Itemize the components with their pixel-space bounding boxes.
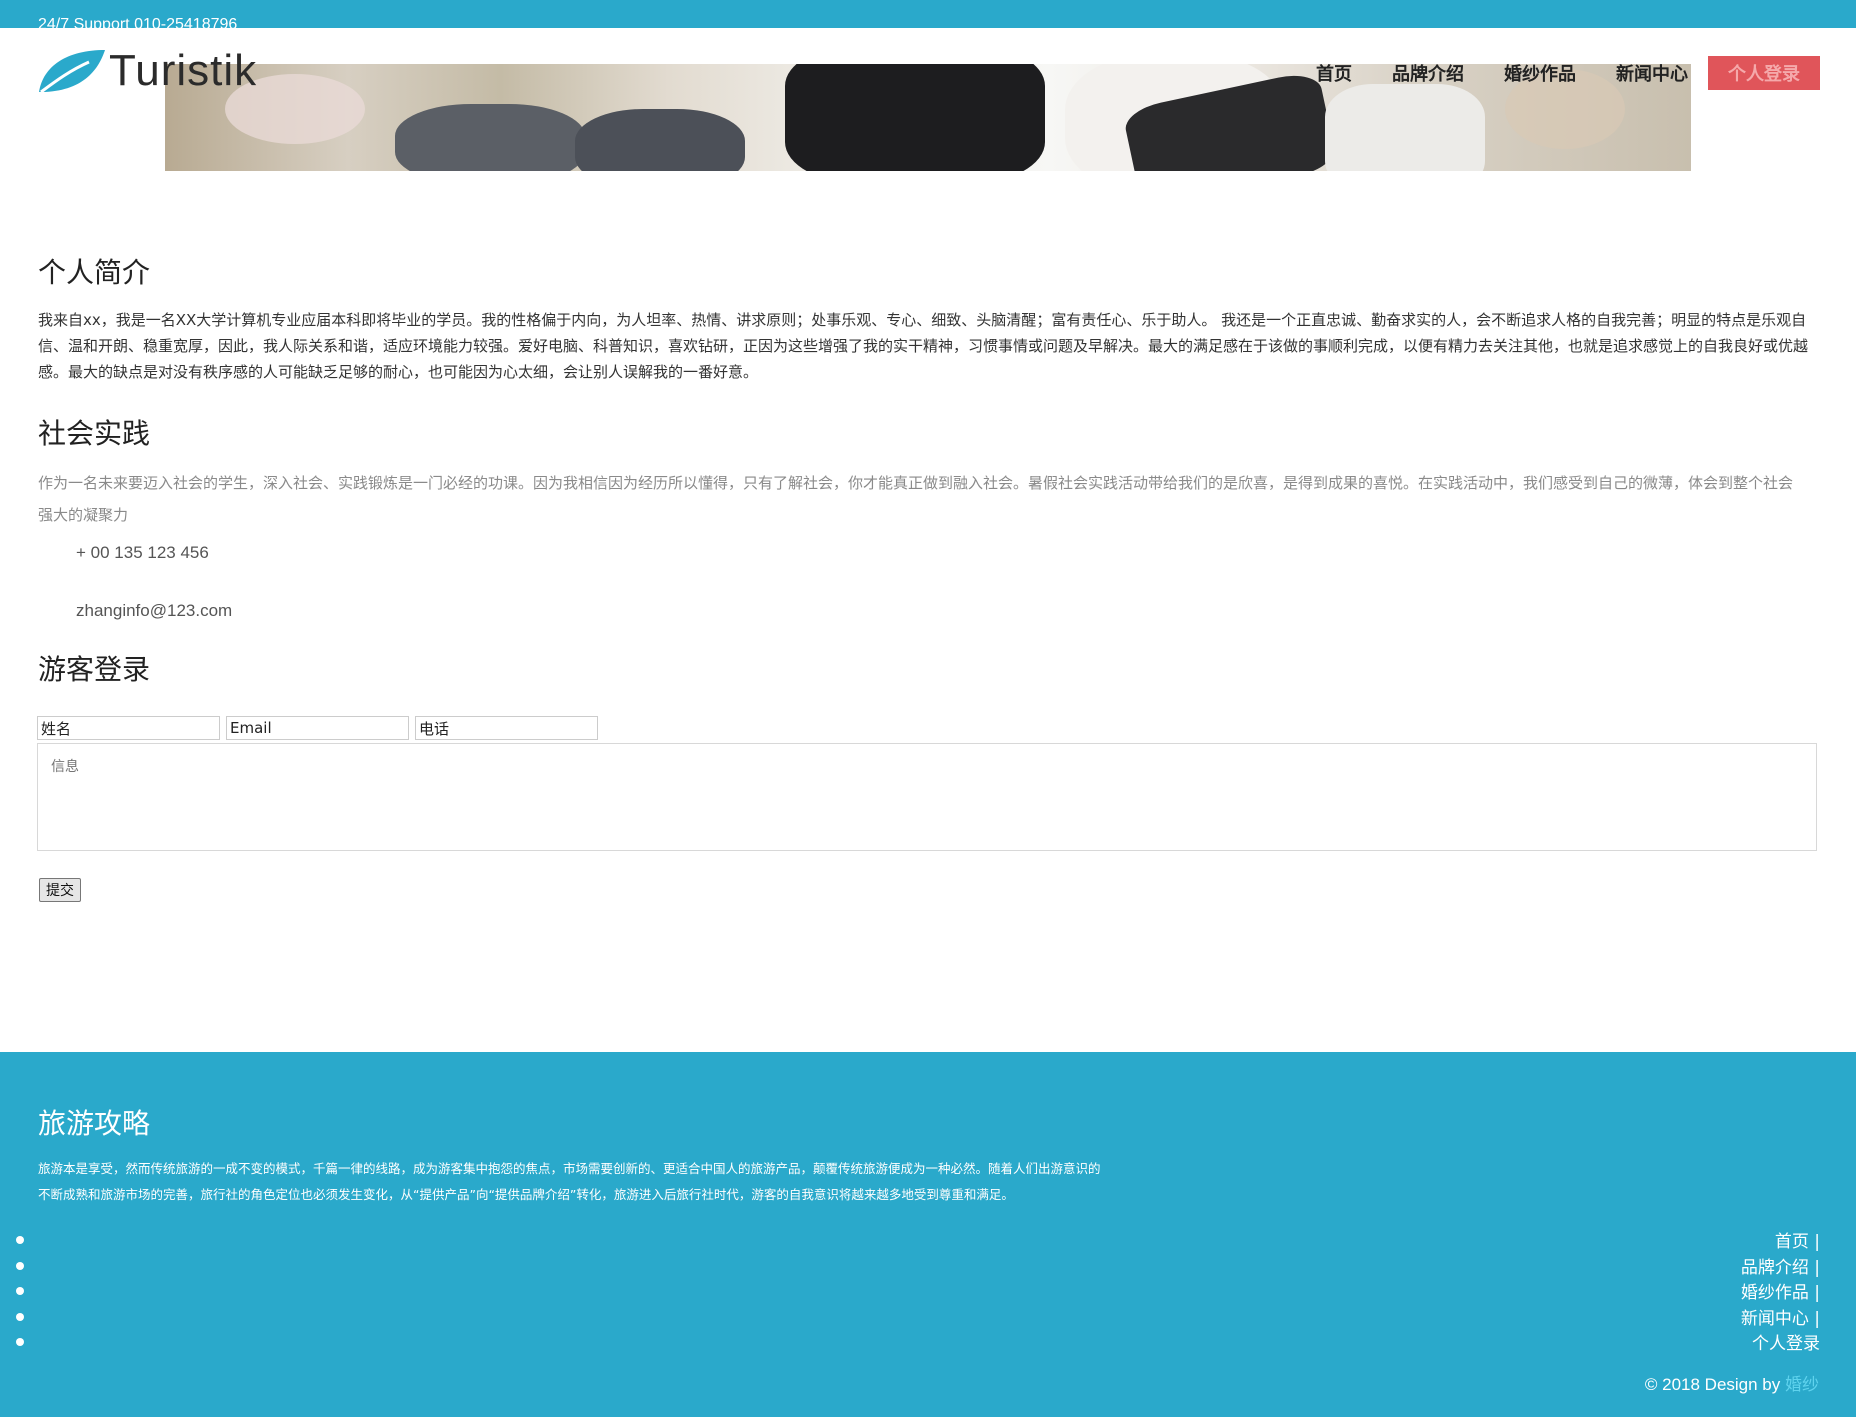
email-input[interactable] xyxy=(226,716,409,740)
footer-link-personal-login[interactable]: 个人登录 xyxy=(1741,1332,1820,1358)
footer-text: 旅游本是享受，然而传统旅游的一成不变的模式，千篇一律的线路，成为游客集中抱怨的焦… xyxy=(38,1161,1101,1202)
phone-input[interactable] xyxy=(415,716,598,740)
leaf-logo-icon xyxy=(39,50,105,94)
about-title: 个人简介 xyxy=(38,256,151,289)
footer-links: 首页 | 品牌介绍 | 婚纱作品 | 新闻中心 | 个人登录 xyxy=(1741,1230,1820,1358)
footer-title: 旅游攻略 xyxy=(38,1107,151,1140)
guest-login-title: 游客登录 xyxy=(38,653,151,686)
header: Turistik 首页 品牌介绍 婚纱作品 新闻中心 个人登录 xyxy=(0,28,1856,171)
footer-link-news-center[interactable]: 新闻中心 | xyxy=(1741,1307,1820,1333)
nav-brand-intro[interactable]: 品牌介绍 xyxy=(1392,60,1464,86)
contact-phone: + 00 135 123 456 xyxy=(76,543,209,562)
submit-button[interactable]: 提交 xyxy=(39,878,81,902)
footer-link-brand-intro[interactable]: 品牌介绍 | xyxy=(1741,1256,1820,1282)
logo-text: Turistik xyxy=(109,46,258,95)
name-input[interactable] xyxy=(37,716,220,740)
copyright: © 2018 Design by 婚纱 xyxy=(1645,1370,1819,1395)
logo[interactable]: Turistik xyxy=(37,46,277,96)
bullet-marker xyxy=(16,1261,24,1270)
bullet-marker xyxy=(16,1312,24,1321)
footer-bullet-list xyxy=(16,1236,24,1364)
contact-email: zhanginfo@123.com xyxy=(76,601,233,620)
bullet-marker xyxy=(16,1287,24,1295)
guest-form-row xyxy=(37,716,604,740)
bullet-marker xyxy=(16,1236,24,1244)
nav-news-center[interactable]: 新闻中心 xyxy=(1616,60,1688,86)
nav-wedding-works[interactable]: 婚纱作品 xyxy=(1504,60,1576,86)
designer-link[interactable]: 婚纱 xyxy=(1785,1375,1819,1394)
footer: 旅游攻略 旅游本是享受，然而传统旅游的一成不变的模式，千篇一律的线路，成为游客集… xyxy=(0,1052,1856,1417)
nav-personal-login-button[interactable]: 个人登录 xyxy=(1708,56,1820,90)
copyright-text: © 2018 Design by xyxy=(1644,1375,1781,1394)
nav-home[interactable]: 首页 xyxy=(1316,60,1352,86)
top-bar: 24/7 Support 010-25418796 xyxy=(0,0,1856,28)
practice-text: 作为一名未来要迈入社会的学生，深入社会、实践锻炼是一门必经的功课。因为我相信因为… xyxy=(38,474,1794,524)
footer-link-wedding-works[interactable]: 婚纱作品 | xyxy=(1741,1281,1820,1307)
message-textarea[interactable] xyxy=(37,743,1817,851)
bullet-marker xyxy=(16,1338,24,1346)
footer-link-home[interactable]: 首页 | xyxy=(1741,1230,1820,1256)
main-nav: 首页 品牌介绍 婚纱作品 新闻中心 个人登录 xyxy=(1276,56,1820,90)
practice-title: 社会实践 xyxy=(38,417,151,450)
about-text: 我来自xx，我是一名XX大学计算机专业应届本科即将毕业的学员。我的性格偏于内向，… xyxy=(38,311,1809,381)
support-phone: 24/7 Support 010-25418796 xyxy=(38,16,238,28)
